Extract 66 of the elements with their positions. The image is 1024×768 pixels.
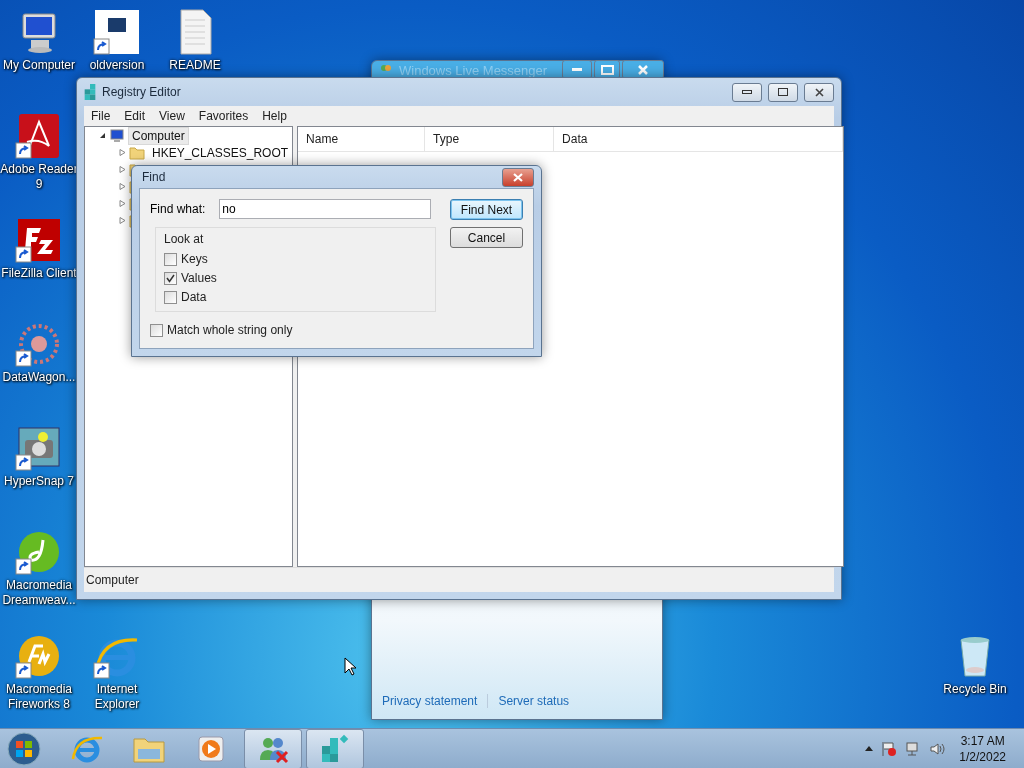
checkbox-label: Values: [181, 271, 217, 285]
status-bar-text: Computer: [85, 573, 139, 587]
collapsed-arrow-icon[interactable]: [119, 183, 126, 190]
desktop-icon-label[interactable]: Adobe Reader 9: [0, 162, 78, 192]
clock[interactable]: 3:17 AM 1/2/2022: [959, 732, 1006, 765]
desktop-icon-label[interactable]: DataWagon...: [2, 370, 76, 385]
field-label: Find what:: [150, 202, 206, 216]
checkbox-label: Match whole string only: [167, 323, 293, 337]
checkbox[interactable]: [164, 252, 177, 266]
footer-link[interactable]: Server status: [498, 694, 570, 708]
desktop-icon-label[interactable]: My Computer: [3, 58, 75, 73]
play-icon: [196, 733, 226, 764]
speaker-icon[interactable]: [929, 740, 946, 757]
window-title: Windows Live Messenger: [399, 62, 548, 78]
desktop-icon-label[interactable]: README: [169, 58, 221, 73]
close-icon: [513, 172, 523, 182]
expanded-arrow-icon[interactable]: [99, 132, 106, 139]
find-what-field[interactable]: no: [219, 199, 432, 219]
checkbox-label: Data: [181, 290, 207, 304]
column-header[interactable]: Name: [298, 127, 426, 151]
group-label: Look at: [164, 232, 205, 246]
collapsed-arrow-icon[interactable]: [119, 149, 126, 156]
desktop-icon-label[interactable]: Macromedia Fireworks 8: [0, 682, 78, 712]
checkbox[interactable]: [150, 323, 163, 337]
footer-link[interactable]: Privacy statement: [382, 694, 478, 708]
ov-shortcut-icon[interactable]: [93, 8, 141, 56]
dialog-button[interactable]: Cancel: [450, 227, 523, 248]
desktop-icon-label[interactable]: Recycle Bin: [943, 682, 1007, 697]
show-hidden-icons-icon[interactable]: [865, 746, 874, 751]
collapsed-arrow-icon[interactable]: [119, 200, 126, 207]
dialog-button[interactable]: Find Next: [450, 199, 523, 220]
close-icon: [638, 64, 648, 75]
checkbox-label: Keys: [181, 252, 208, 266]
tree-item[interactable]: HKEY_CLASSES_ROOT: [148, 143, 293, 162]
desktop-icon-label[interactable]: FileZilla Client: [1, 266, 77, 281]
flag-icon[interactable]: [881, 740, 898, 757]
desktop-icon-label[interactable]: Macromedia Dreamweav...: [0, 578, 78, 608]
close-icon: [814, 87, 824, 97]
column-header[interactable]: Type: [425, 127, 555, 151]
maximize-button[interactable]: [768, 82, 798, 102]
dialog-title: Find: [141, 170, 167, 184]
taskbar-button[interactable]: [306, 728, 364, 768]
cubes-icon: [319, 733, 351, 764]
close-button[interactable]: [502, 167, 534, 187]
desktop-icon-label[interactable]: HyperSnap 7: [3, 474, 74, 489]
collapsed-arrow-icon[interactable]: [119, 217, 126, 224]
camera-shortcut-icon[interactable]: [15, 424, 63, 472]
close-button[interactable]: [804, 82, 834, 102]
minimize-button[interactable]: [732, 82, 762, 102]
menu-item[interactable]: Help: [255, 109, 294, 123]
checkbox[interactable]: [164, 271, 177, 285]
collapsed-arrow-icon[interactable]: [119, 166, 126, 173]
menu-item[interactable]: View: [152, 109, 192, 123]
checkbox[interactable]: [164, 290, 177, 304]
menu-item[interactable]: File: [84, 109, 118, 123]
mouse-pointer-icon: [344, 657, 356, 677]
menu-item[interactable]: Edit: [117, 109, 153, 123]
desktop-icon-label[interactable]: oldversion: [89, 58, 145, 73]
window-title: Registry Editor: [102, 85, 182, 99]
menu-item[interactable]: Favorites: [191, 109, 256, 123]
taskbar-button[interactable]: [244, 728, 302, 768]
cubes-icon: [84, 84, 96, 100]
desktop-icon-label[interactable]: Internet Explorer: [78, 682, 156, 712]
tree-item[interactable]: Computer: [128, 126, 189, 145]
start-orb-icon[interactable]: [6, 730, 42, 767]
column-header[interactable]: Data: [554, 127, 844, 151]
